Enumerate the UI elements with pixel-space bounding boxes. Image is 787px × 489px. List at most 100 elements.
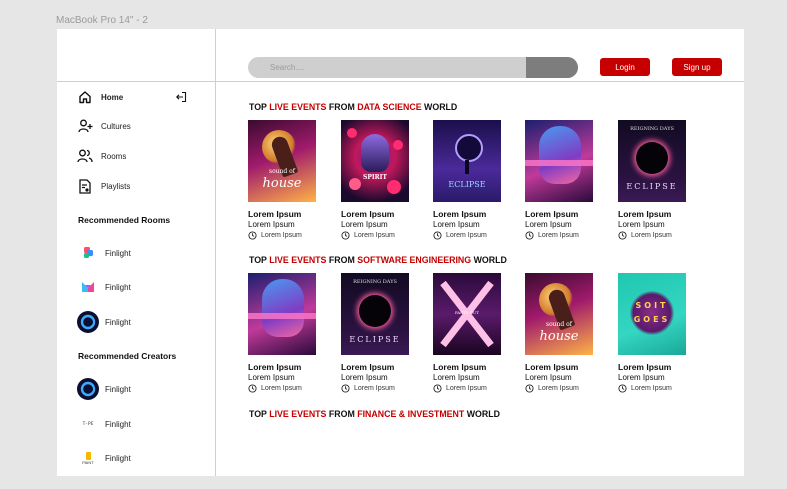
signup-button[interactable]: Sign up xyxy=(672,58,722,76)
event-title: Lorem Ipsum xyxy=(341,362,395,372)
event-time: Lorem Ipsum xyxy=(525,384,595,393)
event-card[interactable]: sound of house Lorem Ipsum Lorem Ipsum L… xyxy=(248,120,318,240)
event-subtitle: Lorem Ipsum xyxy=(341,220,388,229)
event-card[interactable]: SOIT GOES Lorem Ipsum Lorem Ipsum Lorem … xyxy=(618,273,688,393)
logout-icon[interactable] xyxy=(175,90,187,103)
event-time: Lorem Ipsum xyxy=(618,384,688,393)
room-item[interactable]: Finlight xyxy=(77,276,131,298)
event-time: Lorem Ipsum xyxy=(618,231,688,240)
event-title: Lorem Ipsum xyxy=(341,209,395,219)
event-subtitle: Lorem Ipsum xyxy=(618,373,665,382)
event-poster[interactable]: REIGNING DAYS ECLIPSE xyxy=(341,273,409,355)
room-item[interactable]: Finlight xyxy=(77,242,131,264)
event-card[interactable]: Lorem Ipsum Lorem Ipsum Lorem Ipsum xyxy=(525,120,595,240)
section-title: TOP LIVE EVENTS FROM DATA SCIENCE WORLD xyxy=(249,102,458,112)
event-poster[interactable]: SOIT GOES xyxy=(618,273,686,355)
clock-icon xyxy=(248,231,257,240)
creator-item[interactable]: Finlight xyxy=(77,378,131,400)
event-card[interactable]: ECLIPSE Lorem Ipsum Lorem Ipsum Lorem Ip… xyxy=(433,120,503,240)
event-subtitle: Lorem Ipsum xyxy=(525,373,572,382)
room-item[interactable]: Finlight xyxy=(77,311,131,333)
creator-item[interactable]: T-PE Finlight xyxy=(77,413,131,435)
event-subtitle: Lorem Ipsum xyxy=(433,220,480,229)
event-poster[interactable] xyxy=(525,120,593,202)
add-user-icon xyxy=(77,118,93,134)
event-time: Lorem Ipsum xyxy=(525,231,595,240)
event-title: Lorem Ipsum xyxy=(248,362,302,372)
section-title: TOP LIVE EVENTS FROM FINANCE & INVESTMEN… xyxy=(249,409,500,419)
playlist-icon xyxy=(77,178,93,194)
event-time: Lorem Ipsum xyxy=(248,231,318,240)
event-subtitle: Lorem Ipsum xyxy=(341,373,388,382)
event-card[interactable]: sound of house Lorem Ipsum Lorem Ipsum L… xyxy=(525,273,595,393)
creator-item[interactable]: PAINT Finlight xyxy=(77,447,131,469)
frame-label: MacBook Pro 14" - 2 xyxy=(56,15,148,26)
recommended-rooms-title: Recommended Rooms xyxy=(78,215,171,225)
event-time: Lorem Ipsum xyxy=(341,231,411,240)
event-time: Lorem Ipsum xyxy=(433,384,503,393)
event-title: Lorem Ipsum xyxy=(525,362,579,372)
users-icon xyxy=(77,148,93,164)
app-frame: Home Cultures Rooms Playlists Recommende… xyxy=(57,29,744,476)
event-title: Lorem Ipsum xyxy=(248,209,302,219)
search-bar xyxy=(248,57,578,78)
event-subtitle: Lorem Ipsum xyxy=(618,220,665,229)
room-logo-icon xyxy=(77,242,99,264)
creator-label: Finlight xyxy=(105,453,131,463)
event-subtitle: Lorem Ipsum xyxy=(525,220,572,229)
event-time: Lorem Ipsum xyxy=(433,231,503,240)
event-title: Lorem Ipsum xyxy=(618,362,672,372)
event-poster[interactable]: PARTY OUT xyxy=(433,273,501,355)
event-card[interactable]: REIGNING DAYS ECLIPSE Lorem Ipsum Lorem … xyxy=(618,120,688,240)
creator-logo-icon xyxy=(77,378,99,400)
event-card[interactable]: PARTY OUT Lorem Ipsum Lorem Ipsum Lorem … xyxy=(433,273,503,393)
creator-logo-icon: T-PE xyxy=(82,421,94,427)
event-title: Lorem Ipsum xyxy=(618,209,672,219)
event-poster[interactable]: SPIRIT xyxy=(341,120,409,202)
creator-logo-icon: PAINT xyxy=(77,447,99,469)
clock-icon xyxy=(525,384,534,393)
event-card[interactable]: SPIRIT Lorem Ipsum Lorem Ipsum Lorem Ips… xyxy=(341,120,411,240)
clock-icon xyxy=(618,384,627,393)
event-subtitle: Lorem Ipsum xyxy=(248,220,295,229)
event-poster[interactable]: REIGNING DAYS ECLIPSE xyxy=(618,120,686,202)
divider xyxy=(57,81,215,82)
nav-item-rooms[interactable]: Rooms xyxy=(77,146,126,166)
event-time: Lorem Ipsum xyxy=(248,384,318,393)
search-input[interactable] xyxy=(248,57,546,78)
section-title: TOP LIVE EVENTS FROM SOFTWARE ENGINEERIN… xyxy=(249,255,507,265)
event-time: Lorem Ipsum xyxy=(341,384,411,393)
room-label: Finlight xyxy=(105,248,131,258)
event-title: Lorem Ipsum xyxy=(433,209,487,219)
clock-icon xyxy=(248,384,257,393)
event-title: Lorem Ipsum xyxy=(433,362,487,372)
nav-label: Rooms xyxy=(101,151,127,161)
search-button[interactable] xyxy=(526,57,578,78)
nav-item-home[interactable]: Home xyxy=(77,87,123,107)
event-poster[interactable]: sound of house xyxy=(525,273,593,355)
clock-icon xyxy=(341,231,350,240)
nav-label: Home xyxy=(101,92,124,102)
nav-label: Cultures xyxy=(101,121,131,131)
recommended-creators-title: Recommended Creators xyxy=(78,351,177,361)
clock-icon xyxy=(433,231,442,240)
event-card[interactable]: REIGNING DAYS ECLIPSE Lorem Ipsum Lorem … xyxy=(341,273,411,393)
event-poster[interactable] xyxy=(248,273,316,355)
header-divider xyxy=(215,81,744,82)
login-button[interactable]: Login xyxy=(600,58,650,76)
room-label: Finlight xyxy=(105,317,131,327)
event-card[interactable]: Lorem Ipsum Lorem Ipsum Lorem Ipsum xyxy=(248,273,318,393)
event-poster[interactable]: sound of house xyxy=(248,120,316,202)
room-label: Finlight xyxy=(105,282,131,292)
event-subtitle: Lorem Ipsum xyxy=(433,373,480,382)
sidebar: Home Cultures Rooms Playlists Recommende… xyxy=(57,29,216,476)
event-title: Lorem Ipsum xyxy=(525,209,579,219)
nav-item-cultures[interactable]: Cultures xyxy=(77,116,131,136)
nav-item-playlists[interactable]: Playlists xyxy=(77,176,130,196)
room-logo-icon xyxy=(77,311,99,333)
clock-icon xyxy=(341,384,350,393)
event-poster[interactable]: ECLIPSE xyxy=(433,120,501,202)
clock-icon xyxy=(433,384,442,393)
home-icon xyxy=(77,89,93,105)
nav-label: Playlists xyxy=(101,181,131,191)
